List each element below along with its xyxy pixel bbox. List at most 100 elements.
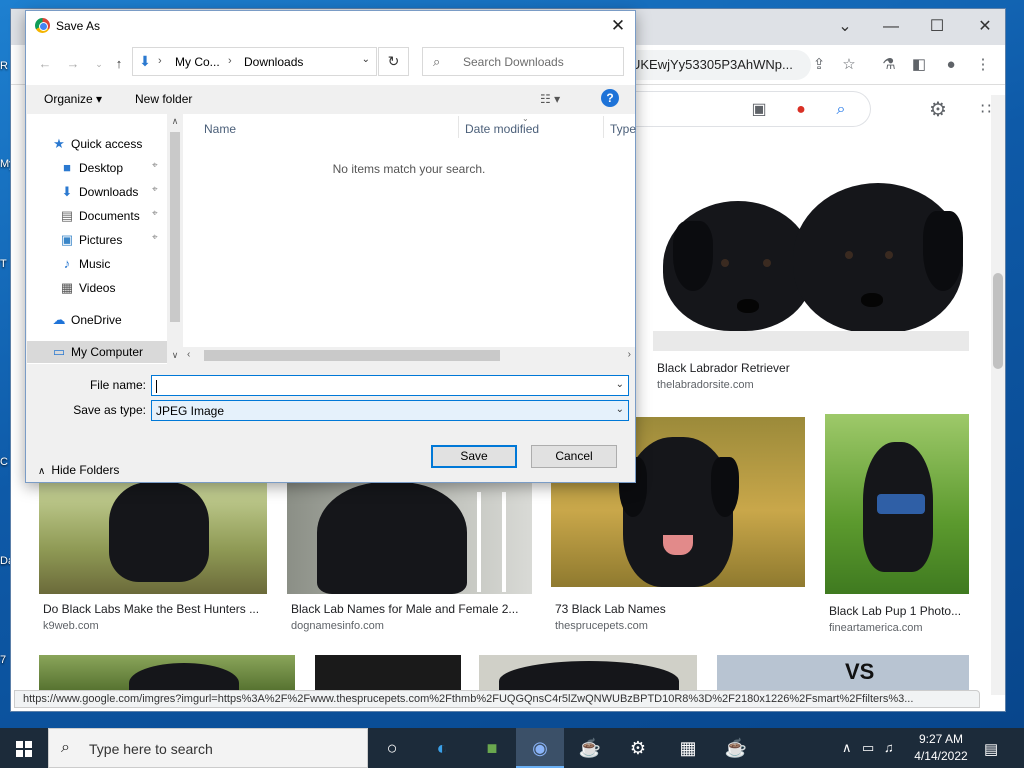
nav-item-music[interactable]: ♪ Music: [27, 253, 167, 275]
tab-search-chevron-icon[interactable]: ⌄: [835, 17, 855, 37]
save-as-type-select[interactable]: JPEG Image ⌄: [151, 400, 629, 421]
nav-item-downloads[interactable]: ⬇ Downloads ⌖: [27, 181, 167, 203]
file-list-hscrollbar[interactable]: ‹ ›: [183, 347, 635, 364]
java-app-icon[interactable]: ☕: [566, 728, 614, 768]
network-icon[interactable]: ▭: [862, 740, 874, 756]
chevron-up-icon: ∧: [38, 466, 46, 477]
result-source[interactable]: thelabradorsite.com: [657, 379, 754, 391]
chevron-down-icon[interactable]: ⌄: [616, 379, 624, 390]
forward-arrow-icon[interactable]: →: [64, 55, 82, 73]
maximize-button[interactable]: ☐: [927, 17, 947, 37]
column-header-type[interactable]: Type: [610, 122, 636, 136]
scrollbar-thumb[interactable]: [993, 273, 1003, 369]
chrome-taskbar-icon[interactable]: ◉: [516, 728, 564, 768]
java-app-icon[interactable]: ☕: [712, 728, 760, 768]
result-caption[interactable]: Black Labrador Retriever: [657, 361, 957, 375]
start-button[interactable]: [0, 728, 48, 768]
bookmark-star-icon[interactable]: ☆: [839, 55, 859, 75]
cancel-button[interactable]: Cancel: [531, 445, 617, 468]
result-image[interactable]: [39, 482, 267, 594]
clock-date: 4/14/2022: [914, 749, 968, 763]
scroll-up-arrow-icon[interactable]: ∧: [170, 116, 180, 127]
scroll-right-arrow-icon[interactable]: ›: [628, 349, 631, 360]
back-arrow-icon[interactable]: ←: [36, 55, 54, 73]
extensions-flask-icon[interactable]: ⚗: [879, 55, 899, 75]
organize-menu-button[interactable]: Organize ▾: [44, 92, 102, 106]
column-header-name[interactable]: Name: [204, 122, 236, 136]
address-breadcrumb[interactable]: ⬇ › My Co... › Downloads ⌄: [132, 47, 377, 76]
browser-close-button[interactable]: ✕: [975, 17, 995, 37]
minimize-button[interactable]: —: [881, 17, 901, 37]
chevron-down-icon[interactable]: ⌄: [616, 404, 624, 415]
breadcrumb-my-computer[interactable]: My Co...: [175, 55, 220, 69]
minecraft-icon[interactable]: ■: [468, 728, 516, 768]
onedrive-cloud-icon: ☁: [52, 312, 66, 327]
breadcrumb-downloads[interactable]: Downloads: [244, 55, 303, 69]
result-caption[interactable]: Do Black Labs Make the Best Hunters ...: [43, 602, 269, 616]
up-arrow-icon[interactable]: ↑: [110, 55, 128, 73]
nav-item-my-computer[interactable]: ▭ My Computer: [27, 341, 167, 363]
documents-icon: ▤: [60, 208, 74, 223]
column-divider[interactable]: [458, 116, 459, 138]
result-source[interactable]: thesprucepets.com: [555, 620, 648, 632]
nav-item-onedrive[interactable]: ☁ OneDrive: [27, 309, 167, 331]
nav-item-documents[interactable]: ▤ Documents ⌖: [27, 205, 167, 227]
nav-item-desktop[interactable]: ■ Desktop ⌖: [27, 157, 167, 179]
notifications-icon[interactable]: ▤: [984, 740, 998, 758]
search-input[interactable]: ⌕ Search Downloads: [422, 47, 624, 76]
scroll-left-arrow-icon[interactable]: ‹: [187, 349, 190, 360]
result-image-partial[interactable]: [479, 655, 697, 701]
result-caption[interactable]: 73 Black Lab Names: [555, 602, 795, 616]
result-source[interactable]: fineartamerica.com: [829, 622, 923, 634]
side-panel-icon[interactable]: ◧: [909, 55, 929, 75]
scrollbar-thumb[interactable]: [170, 132, 180, 322]
result-caption[interactable]: Black Lab Pup 1 Photo...: [829, 604, 969, 618]
result-image[interactable]: [825, 414, 969, 594]
nav-item-videos[interactable]: ▦ Videos: [27, 277, 167, 299]
column-header-date-modified[interactable]: Date modified: [465, 122, 539, 136]
system-clock[interactable]: 9:27 AM 4/14/2022: [906, 731, 976, 765]
result-image-partial[interactable]: [315, 655, 461, 695]
search-icon[interactable]: ⌕: [830, 99, 852, 121]
taskbar-search-box[interactable]: ⌕ Type here to search: [48, 728, 368, 768]
recent-locations-chevron-icon[interactable]: ⌄: [90, 55, 108, 73]
calendar-icon[interactable]: ▦: [664, 728, 712, 768]
camera-icon[interactable]: ▣: [748, 99, 770, 121]
column-divider[interactable]: [603, 116, 604, 138]
save-button[interactable]: Save: [431, 445, 517, 468]
nav-item-quick-access[interactable]: ★ Quick access: [27, 133, 167, 155]
volume-icon[interactable]: ♫: [884, 740, 894, 755]
close-icon[interactable]: ✕: [607, 15, 629, 37]
settings-gear-icon[interactable]: ⚙: [927, 99, 949, 121]
microphone-icon[interactable]: ●: [790, 99, 812, 121]
new-folder-button[interactable]: New folder: [135, 92, 192, 106]
nav-item-label: Quick access: [71, 137, 143, 151]
task-view-icon[interactable]: ○: [368, 728, 416, 768]
hide-folders-toggle[interactable]: ∧ Hide Folders: [38, 463, 119, 477]
settings-gear-icon[interactable]: ⚙: [614, 728, 662, 768]
result-source[interactable]: k9web.com: [43, 620, 99, 632]
puppy-eye: [721, 259, 729, 267]
profile-avatar-icon[interactable]: ●: [941, 55, 961, 75]
nav-item-pictures[interactable]: ▣ Pictures ⌖: [27, 229, 167, 251]
navigation-scrollbar[interactable]: ∧ ∨: [167, 114, 183, 364]
chevron-down-icon[interactable]: ⌄: [362, 54, 370, 65]
share-icon[interactable]: ⇪: [809, 55, 829, 75]
result-source[interactable]: dognamesinfo.com: [291, 620, 384, 632]
result-image-partial[interactable]: [39, 655, 295, 703]
fence-post: [477, 492, 481, 592]
view-options-button[interactable]: ☷ ▾: [540, 92, 560, 106]
edge-browser-icon[interactable]: ◐: [418, 728, 466, 768]
scroll-down-arrow-icon[interactable]: ∨: [170, 350, 180, 361]
menu-kebab-icon[interactable]: ⋮: [973, 55, 993, 75]
result-image[interactable]: [653, 171, 969, 351]
scrollbar-thumb[interactable]: [204, 350, 500, 361]
refresh-button[interactable]: ↻: [378, 47, 409, 76]
help-icon[interactable]: ?: [601, 89, 619, 107]
page-scrollbar[interactable]: [991, 95, 1005, 695]
result-image-partial[interactable]: VS: [717, 655, 969, 695]
file-name-field[interactable]: ⌄: [151, 375, 629, 396]
show-hidden-icons-chevron-icon[interactable]: ∧: [842, 740, 852, 756]
result-caption[interactable]: Black Lab Names for Male and Female 2...: [291, 602, 523, 616]
result-image[interactable]: [287, 482, 532, 594]
